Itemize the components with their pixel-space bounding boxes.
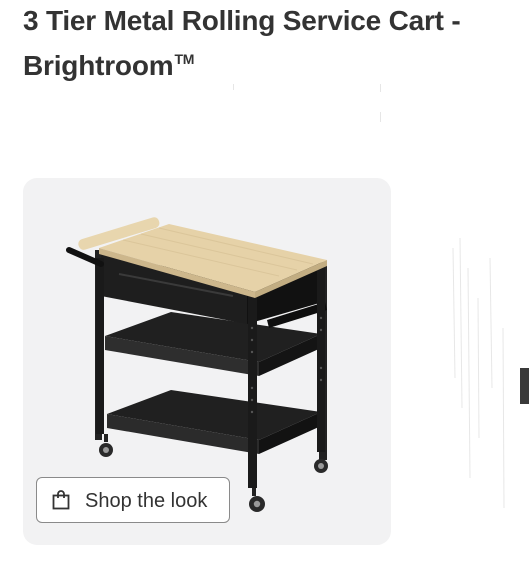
divider-mark xyxy=(380,112,381,122)
shopping-bag-icon xyxy=(52,490,70,510)
shop-the-look-label: Shop the look xyxy=(85,490,208,512)
divider-mark xyxy=(380,84,381,92)
product-title-line2: Brightroom xyxy=(23,50,174,81)
trademark-symbol: TM xyxy=(174,51,195,67)
product-title: 3 Tier Metal Rolling Service Cart - Brig… xyxy=(23,2,523,85)
shop-the-look-button[interactable]: Shop the look xyxy=(36,477,230,523)
next-image-preview xyxy=(408,178,529,545)
product-title-line1: 3 Tier Metal Rolling Service Cart - xyxy=(23,5,461,36)
product-image-card[interactable]: Shop the look xyxy=(23,178,391,545)
divider-mark xyxy=(233,84,234,90)
next-gallery-image[interactable] xyxy=(408,178,529,545)
